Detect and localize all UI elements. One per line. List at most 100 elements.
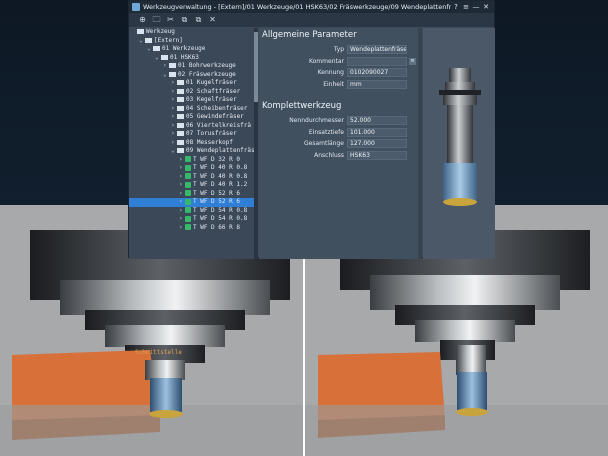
folder-icon	[177, 80, 184, 85]
tree-folder-item[interactable]: › 08 Messerkopf	[129, 139, 254, 148]
tree-item-label: T WF D 52 R 6	[193, 198, 240, 205]
tree-folder-item[interactable]: › 04 Scheibenfräser	[129, 105, 254, 114]
tree-item-label: 01 Kugelfräser	[186, 79, 237, 86]
property-row: Einsatztiefe 101.000	[259, 127, 422, 139]
folder-icon[interactable]: 🗀	[151, 15, 162, 25]
tool-icon	[185, 181, 191, 188]
tree-item-label: T WF D 52 R 6	[193, 189, 240, 197]
folder-icon	[177, 105, 184, 111]
folder-icon	[177, 148, 184, 153]
property-label: Anschluss	[314, 151, 344, 159]
property-value-field[interactable]: mm	[347, 79, 407, 89]
tree-tool-item[interactable]: › T WF D 32 R 0	[129, 156, 254, 165]
tree-tool-item[interactable]: › T WF D 40 R 0.8	[129, 164, 254, 173]
tree-tool-item[interactable]: › T WF D 52 R 6	[129, 190, 254, 199]
right-tool	[456, 345, 488, 416]
tool-icon	[185, 215, 191, 222]
tree-item-label: Werkzeug	[146, 28, 175, 35]
property-label: Gesamtlänge	[304, 140, 344, 148]
tree-scrollbar[interactable]	[254, 28, 258, 259]
tool-icon	[185, 190, 191, 196]
tree-folder-item[interactable]: › 03 Kegelfräser	[129, 96, 254, 105]
property-label: Kommentar	[309, 57, 344, 65]
complete-heading: Komplettwerkzeug	[262, 101, 342, 111]
folder-icon	[177, 122, 184, 128]
tool-icon	[185, 198, 191, 205]
tree-item-label: T WF D 40 R 1.2	[193, 181, 248, 188]
tree-folder-item[interactable]: ⌄ 09 Wendeplattenfräs	[129, 147, 254, 156]
new-icon[interactable]: ⊕	[137, 15, 148, 25]
tree-item-label: T WF D 40 R 0.8	[193, 164, 248, 171]
property-row: Typ Wendeplattenfräser	[259, 44, 422, 56]
close-button[interactable]: ✕	[481, 3, 491, 11]
property-row: Kommentar ≡	[259, 56, 422, 68]
tree-item-label: 05 Gewindefräser	[186, 113, 244, 120]
property-row: Einheit mm	[259, 79, 422, 91]
edit-comment-button[interactable]: ≡	[409, 57, 416, 65]
property-label: Einheit	[323, 80, 344, 88]
folder-icon	[177, 139, 184, 145]
tree-item-label: [Extern]	[154, 36, 183, 44]
properties-scrollbar[interactable]	[418, 28, 422, 259]
tree-folder-item[interactable]: ⌄ 01 Werkzeuge	[129, 45, 254, 54]
property-row: Kennung 0102090027	[259, 67, 422, 79]
tree-item-label: 02 Schaftfräser	[186, 87, 241, 95]
paste-icon[interactable]: ⧉	[193, 15, 204, 25]
tree-folder-item[interactable]: Werkzeug	[129, 28, 254, 37]
folder-icon	[177, 88, 184, 94]
tree-folder-item[interactable]: › 01 Bohrwerkzeuge	[129, 62, 254, 71]
tree-item-label: 01 Werkzeuge	[162, 45, 206, 52]
cut-icon[interactable]: ✂	[165, 15, 176, 25]
tool-icon	[185, 156, 191, 162]
folder-icon	[177, 97, 184, 102]
tool-icon	[185, 173, 191, 179]
property-label: Typ	[333, 46, 344, 54]
general-heading: Allgemeine Parameter	[262, 30, 357, 40]
property-label: Nenndurchmesser	[289, 117, 344, 125]
folder-icon	[161, 54, 168, 60]
tree-folder-item[interactable]: ⌄ [Extern]	[129, 37, 254, 46]
tree-scrollbar-thumb[interactable]	[254, 32, 258, 102]
folder-icon	[137, 29, 144, 34]
tree-tool-item[interactable]: › T WF D 40 R 0.8	[129, 173, 254, 182]
menu-button[interactable]: ≡	[461, 3, 471, 11]
copy-icon[interactable]: ⧉	[179, 15, 190, 25]
tree-folder-item[interactable]: › 05 Gewindefräser	[129, 113, 254, 122]
folder-icon	[153, 46, 160, 51]
tree-folder-item[interactable]: › 07 Torusfräser	[129, 130, 254, 139]
tree-tool-item[interactable]: › T WF D 54 R 0.8	[129, 207, 254, 216]
tree-folder-item[interactable]: ⌄ 02 Fräswerkzeuge	[129, 71, 254, 80]
tree-item-label: 03 Kegelfräser	[186, 96, 237, 103]
tree-item-label: 08 Messerkopf	[186, 138, 233, 146]
tree-item-label: T WF D 54 R 0.8	[193, 206, 248, 214]
property-value-field[interactable]: 0102090027	[347, 68, 407, 78]
property-value-field[interactable]: Wendeplattenfräser	[347, 45, 407, 55]
delete-icon[interactable]: ✕	[207, 15, 218, 25]
tree-tool-item[interactable]: › T WF D 52 R 6	[129, 198, 254, 207]
tree-folder-item[interactable]: › 02 Schaftfräser	[129, 88, 254, 97]
property-value-field[interactable]: 52.000	[347, 116, 407, 126]
tree-tool-item[interactable]: › T WF D 54 R 0.8	[129, 215, 254, 224]
property-row: Nenndurchmesser 52.000	[259, 115, 422, 127]
property-value-field[interactable]: HSK63	[347, 150, 407, 160]
tree-folder-item[interactable]: › 01 Kugelfräser	[129, 79, 254, 88]
tool-manager-window: Werkzeugverwaltung - [Extern]/01 Werkzeu…	[128, 0, 495, 259]
folder-icon	[169, 71, 176, 77]
help-button[interactable]: ?	[451, 3, 461, 11]
toolbar: ⊕ 🗀 ✂ ⧉ ⧉ ✕	[129, 13, 494, 27]
property-label: Einsatztiefe	[308, 128, 344, 136]
tree-item-label: 09 Wendeplattenfräs	[186, 147, 254, 154]
tree-folder-item[interactable]: ⌄ 01 HSK63	[129, 54, 254, 63]
tree-folder-item[interactable]: › 06 Viertelkreisfrä	[129, 122, 254, 131]
minimize-button[interactable]: —	[471, 3, 481, 11]
folder-icon	[177, 131, 184, 136]
tree-item-label: T WF D 32 R 0	[193, 155, 240, 163]
property-value-field[interactable]	[347, 56, 407, 66]
property-value-field[interactable]: 127.000	[347, 139, 407, 149]
tool-tree[interactable]: Werkzeug ⌄ [Extern] ⌄ 01 Werkzeuge ⌄ 01 HSK63 ›…	[129, 28, 254, 259]
tree-item-label: 01 HSK63	[170, 53, 199, 61]
tree-item-label: 01 Bohrwerkzeuge	[178, 62, 236, 69]
property-value-field[interactable]: 101.000	[347, 127, 407, 137]
tree-tool-item[interactable]: › T WF D 40 R 1.2	[129, 181, 254, 190]
tree-tool-item[interactable]: › T WF D 66 R 8	[129, 224, 254, 233]
